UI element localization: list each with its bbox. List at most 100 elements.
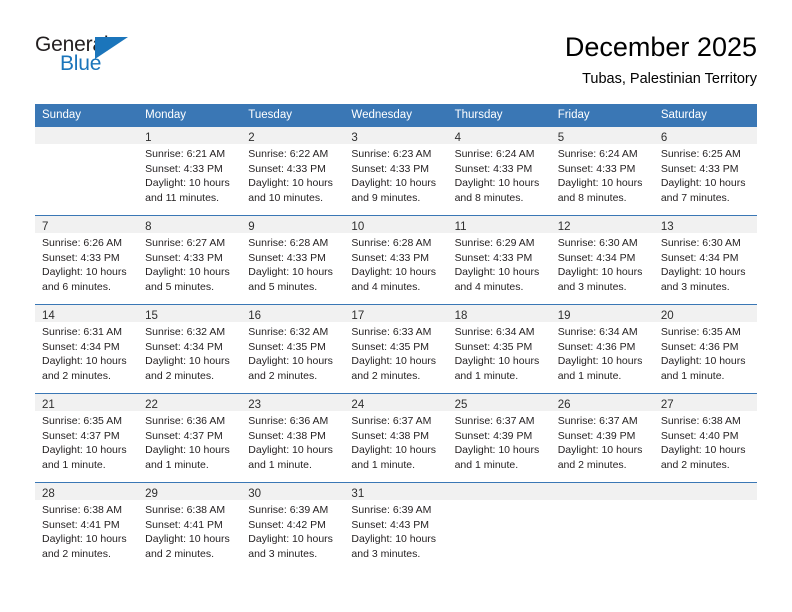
sunrise-text: Sunrise: 6:30 AM bbox=[557, 237, 638, 249]
day-number: 17 bbox=[351, 310, 365, 322]
day-number-band bbox=[550, 483, 654, 500]
sunrise-text: Sunrise: 6:23 AM bbox=[351, 148, 432, 160]
day-cell-body: Sunrise: 6:37 AM Sunset: 4:38 PM Daylight:… bbox=[344, 411, 448, 473]
calendar-day-cell[interactable]: 13 Sunrise: 6:30 AM Sunset: 4:34 PM Dayligh… bbox=[653, 215, 757, 305]
calendar-grid: Sunday Monday Tuesday Wednesday Thursday… bbox=[35, 104, 757, 571]
calendar-day-cell[interactable]: 1 Sunrise: 6:21 AM Sunset: 4:33 PM Daylight… bbox=[138, 126, 242, 216]
day-cell-body: Sunrise: 6:36 AM Sunset: 4:38 PM Daylight:… bbox=[241, 411, 345, 473]
day-number-band: 21 bbox=[35, 394, 139, 411]
daylight-text: Daylight: 10 hours and 1 minute. bbox=[557, 355, 643, 382]
sunrise-text: Sunrise: 6:34 AM bbox=[454, 326, 535, 338]
sunrise-text: Sunrise: 6:37 AM bbox=[557, 415, 638, 427]
sunrise-text: Sunrise: 6:38 AM bbox=[660, 415, 741, 427]
calendar-day-cell[interactable]: 29 Sunrise: 6:38 AM Sunset: 4:41 PM Dayligh… bbox=[138, 482, 242, 571]
day-cell-body: Sunrise: 6:23 AM Sunset: 4:33 PM Daylight:… bbox=[344, 144, 448, 206]
day-number-band: 19 bbox=[550, 305, 654, 322]
calendar-day-cell[interactable]: 18 Sunrise: 6:34 AM Sunset: 4:35 PM Dayligh… bbox=[447, 304, 551, 394]
day-number-band: 6 bbox=[653, 127, 757, 144]
day-number-band: 18 bbox=[447, 305, 551, 322]
day-number-band: 4 bbox=[447, 127, 551, 144]
calendar-day-cell[interactable]: 10 Sunrise: 6:28 AM Sunset: 4:33 PM Dayligh… bbox=[344, 215, 448, 305]
day-cell-body: Sunrise: 6:35 AM Sunset: 4:37 PM Daylight:… bbox=[35, 411, 139, 473]
day-number: 28 bbox=[42, 488, 55, 500]
calendar-day-cell[interactable]: 2 Sunrise: 6:22 AM Sunset: 4:33 PM Daylight… bbox=[241, 126, 345, 216]
sunrise-text: Sunrise: 6:27 AM bbox=[145, 237, 226, 249]
day-number: 2 bbox=[248, 132, 255, 144]
daylight-text: Daylight: 10 hours and 1 minute. bbox=[42, 444, 127, 471]
daylight-text: Daylight: 10 hours and 11 minutes. bbox=[145, 177, 230, 204]
day-cell-body: Sunrise: 6:28 AM Sunset: 4:33 PM Daylight:… bbox=[344, 233, 448, 295]
calendar-day-cell-empty bbox=[35, 126, 139, 216]
calendar-day-cell[interactable]: 25 Sunrise: 6:37 AM Sunset: 4:39 PM Dayligh… bbox=[447, 393, 551, 483]
calendar-table: Sunday Monday Tuesday Wednesday Thursday… bbox=[35, 104, 757, 571]
calendar-day-cell[interactable]: 22 Sunrise: 6:36 AM Sunset: 4:37 PM Dayligh… bbox=[138, 393, 242, 483]
calendar-day-cell[interactable]: 20 Sunrise: 6:35 AM Sunset: 4:36 PM Dayligh… bbox=[653, 304, 757, 394]
day-cell-body: Sunrise: 6:31 AM Sunset: 4:34 PM Daylight:… bbox=[35, 322, 139, 384]
calendar-day-cell[interactable]: 23 Sunrise: 6:36 AM Sunset: 4:38 PM Dayligh… bbox=[241, 393, 345, 483]
day-cell-body: Sunrise: 6:28 AM Sunset: 4:33 PM Daylight:… bbox=[241, 233, 345, 295]
sunrise-text: Sunrise: 6:21 AM bbox=[145, 148, 226, 160]
day-number: 5 bbox=[557, 132, 565, 144]
day-number: 18 bbox=[454, 310, 468, 322]
calendar-day-cell[interactable]: 30 Sunrise: 6:39 AM Sunset: 4:42 PM Dayligh… bbox=[241, 482, 345, 571]
day-cell-body: Sunrise: 6:39 AM Sunset: 4:42 PM Daylight:… bbox=[241, 500, 345, 562]
day-number-band: 25 bbox=[447, 394, 551, 411]
sunrise-text: Sunrise: 6:22 AM bbox=[248, 148, 329, 160]
daylight-text: Daylight: 10 hours and 2 minutes. bbox=[145, 355, 230, 382]
day-number-band: 9 bbox=[241, 216, 345, 233]
weekday-header-friday: Friday bbox=[550, 104, 654, 127]
sunset-text: Sunset: 4:40 PM bbox=[660, 429, 739, 442]
calendar-day-cell[interactable]: 27 Sunrise: 6:38 AM Sunset: 4:40 PM Dayligh… bbox=[653, 393, 757, 483]
sunrise-text: Sunrise: 6:33 AM bbox=[351, 326, 432, 338]
sunrise-text: Sunrise: 6:32 AM bbox=[145, 326, 226, 338]
sunset-text: Sunset: 4:35 PM bbox=[351, 340, 430, 353]
location-subtitle: Tubas, Palestinian Territory bbox=[582, 71, 757, 87]
day-number: 12 bbox=[557, 221, 571, 233]
calendar-day-cell[interactable]: 11 Sunrise: 6:29 AM Sunset: 4:33 PM Dayligh… bbox=[447, 215, 551, 305]
calendar-day-cell[interactable]: 28 Sunrise: 6:38 AM Sunset: 4:41 PM Dayligh… bbox=[35, 482, 139, 571]
sunrise-text: Sunrise: 6:38 AM bbox=[145, 504, 226, 516]
daylight-text: Daylight: 10 hours and 5 minutes. bbox=[248, 266, 333, 293]
sunrise-text: Sunrise: 6:24 AM bbox=[557, 148, 638, 160]
calendar-day-cell[interactable]: 8 Sunrise: 6:27 AM Sunset: 4:33 PM Daylight… bbox=[138, 215, 242, 305]
weekday-header-thursday: Thursday bbox=[447, 104, 551, 127]
calendar-day-cell[interactable]: 24 Sunrise: 6:37 AM Sunset: 4:38 PM Dayligh… bbox=[344, 393, 448, 483]
calendar-day-cell[interactable]: 12 Sunrise: 6:30 AM Sunset: 4:34 PM Dayligh… bbox=[550, 215, 654, 305]
calendar-day-cell[interactable]: 26 Sunrise: 6:37 AM Sunset: 4:39 PM Dayligh… bbox=[550, 393, 654, 483]
calendar-day-cell[interactable]: 9 Sunrise: 6:28 AM Sunset: 4:33 PM Daylight… bbox=[241, 215, 345, 305]
calendar-day-cell[interactable]: 16 Sunrise: 6:32 AM Sunset: 4:35 PM Dayligh… bbox=[241, 304, 345, 394]
day-number-band: 2 bbox=[241, 127, 345, 144]
day-cell-body: Sunrise: 6:39 AM Sunset: 4:43 PM Daylight:… bbox=[344, 500, 448, 562]
calendar-day-cell[interactable]: 15 Sunrise: 6:32 AM Sunset: 4:34 PM Dayligh… bbox=[138, 304, 242, 394]
day-number: 8 bbox=[145, 221, 152, 233]
day-number: 3 bbox=[351, 132, 358, 144]
day-number: 21 bbox=[42, 399, 55, 411]
sunset-text: Sunset: 4:34 PM bbox=[557, 251, 636, 264]
daylight-text: Daylight: 10 hours and 2 minutes. bbox=[42, 355, 127, 382]
daylight-text: Daylight: 10 hours and 1 minute. bbox=[454, 444, 540, 471]
calendar-week-row: 28 Sunrise: 6:38 AM Sunset: 4:41 PM Dayligh… bbox=[35, 482, 757, 571]
day-number-band: 27 bbox=[653, 394, 757, 411]
daylight-text: Daylight: 10 hours and 2 minutes. bbox=[351, 355, 437, 382]
calendar-day-cell[interactable]: 19 Sunrise: 6:34 AM Sunset: 4:36 PM Dayligh… bbox=[550, 304, 654, 394]
daylight-text: Daylight: 10 hours and 1 minute. bbox=[660, 355, 746, 382]
day-number-band: 7 bbox=[35, 216, 139, 233]
day-cell-body: Sunrise: 6:29 AM Sunset: 4:33 PM Daylight:… bbox=[447, 233, 551, 295]
calendar-day-cell[interactable]: 5 Sunrise: 6:24 AM Sunset: 4:33 PM Daylight… bbox=[550, 126, 654, 216]
calendar-day-cell[interactable]: 3 Sunrise: 6:23 AM Sunset: 4:33 PM Daylight… bbox=[344, 126, 448, 216]
calendar-day-cell[interactable]: 14 Sunrise: 6:31 AM Sunset: 4:34 PM Dayligh… bbox=[35, 304, 139, 394]
daylight-text: Daylight: 10 hours and 3 minutes. bbox=[248, 533, 333, 560]
day-number: 7 bbox=[42, 221, 49, 233]
daylight-text: Daylight: 10 hours and 2 minutes. bbox=[660, 444, 746, 471]
day-cell-body: Sunrise: 6:32 AM Sunset: 4:35 PM Daylight:… bbox=[241, 322, 345, 384]
calendar-day-cell[interactable]: 17 Sunrise: 6:33 AM Sunset: 4:35 PM Dayligh… bbox=[344, 304, 448, 394]
day-number-band bbox=[653, 483, 757, 500]
calendar-day-cell[interactable]: 31 Sunrise: 6:39 AM Sunset: 4:43 PM Dayligh… bbox=[344, 482, 448, 571]
daylight-text: Daylight: 10 hours and 6 minutes. bbox=[42, 266, 127, 293]
day-number-band: 24 bbox=[344, 394, 448, 411]
calendar-day-cell[interactable]: 6 Sunrise: 6:25 AM Sunset: 4:33 PM Daylight… bbox=[653, 126, 757, 216]
calendar-day-cell[interactable]: 4 Sunrise: 6:24 AM Sunset: 4:33 PM Daylight… bbox=[447, 126, 551, 216]
calendar-day-cell[interactable]: 21 Sunrise: 6:35 AM Sunset: 4:37 PM Dayligh… bbox=[35, 393, 139, 483]
sunset-text: Sunset: 4:37 PM bbox=[145, 429, 223, 442]
calendar-day-cell[interactable]: 7 Sunrise: 6:26 AM Sunset: 4:33 PM Daylight… bbox=[35, 215, 139, 305]
